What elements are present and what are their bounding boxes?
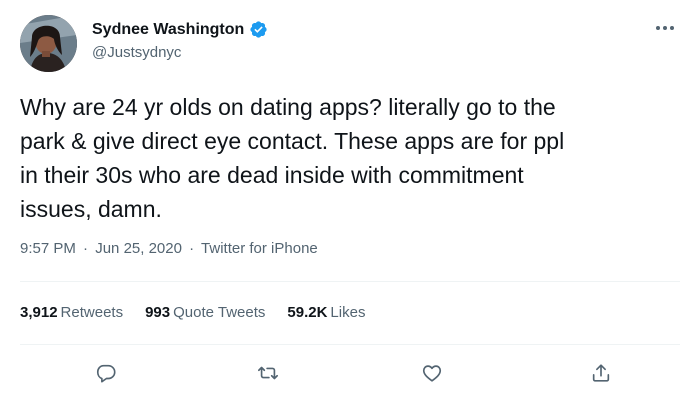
quote-tweets-label: Quote Tweets [173,304,266,321]
quote-tweets-stat[interactable]: 993 Quote Tweets [145,304,265,321]
retweet-icon [258,366,278,380]
heart-icon [422,365,442,382]
meta-separator: · [83,240,89,257]
tweet-text: Why are 24 yr olds on dating apps? liter… [20,94,565,222]
tweet-source[interactable]: Twitter for iPhone [201,240,318,257]
avatar[interactable] [20,15,77,72]
tweet-date[interactable]: Jun 25, 2020 [95,240,182,257]
tweet-meta: 9:57 PM · Jun 25, 2020 · Twitter for iPh… [20,240,318,257]
quote-tweets-count: 993 [145,304,171,321]
retweet-button[interactable] [251,356,285,390]
avatar-photo [20,15,77,72]
divider [20,281,680,282]
name-row: Sydnee Washington [92,20,268,39]
action-bar [0,356,700,390]
divider [20,344,680,345]
likes-stat[interactable]: 59.2K Likes [287,304,365,321]
retweets-stat[interactable]: 3,912 Retweets [20,304,123,321]
reply-icon [96,364,116,383]
retweets-count: 3,912 [20,304,58,321]
likes-label: Likes [330,304,366,321]
likes-count: 59.2K [287,304,328,321]
more-options-icon[interactable] [652,18,678,38]
display-name[interactable]: Sydnee Washington [92,21,244,39]
share-icon [592,364,610,382]
reply-button[interactable] [89,356,123,390]
meta-separator: · [189,240,195,257]
handle[interactable]: @Justsydnyc [92,44,268,61]
like-button[interactable] [415,356,449,390]
retweets-label: Retweets [60,304,124,321]
tweet-card: Sydnee Washington @Justsydnyc Why are 24… [0,0,700,400]
author-info: Sydnee Washington @Justsydnyc [92,20,268,61]
tweet-stats: 3,912 Retweets 993 Quote Tweets 59.2K Likes [20,304,365,321]
tweet-time[interactable]: 9:57 PM [20,240,76,257]
share-button[interactable] [584,356,618,390]
verified-badge-icon [249,20,268,39]
